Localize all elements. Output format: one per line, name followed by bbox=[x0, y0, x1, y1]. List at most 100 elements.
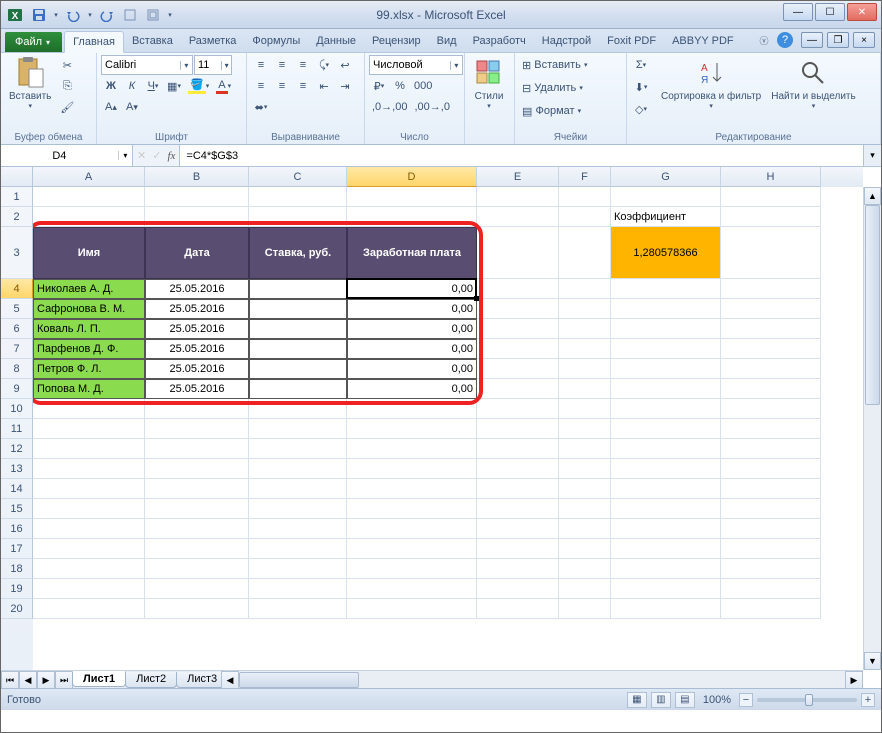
cell-G17[interactable] bbox=[611, 539, 721, 559]
name-box-dropdown-icon[interactable]: ▾ bbox=[118, 151, 132, 160]
paste-button[interactable]: Вставить ▾ bbox=[5, 55, 55, 112]
cell-E1[interactable] bbox=[477, 187, 559, 207]
cell-B3[interactable]: Дата bbox=[145, 227, 249, 279]
page-layout-view-button[interactable]: ▥ bbox=[651, 692, 671, 708]
save-dropdown-icon[interactable]: ▾ bbox=[52, 5, 60, 25]
cell-A6[interactable]: Коваль Л. П. bbox=[33, 319, 145, 339]
cell-F2[interactable] bbox=[559, 207, 611, 227]
zoom-in-button[interactable]: + bbox=[861, 693, 875, 707]
minimize-button[interactable]: — bbox=[783, 3, 813, 21]
cell-F9[interactable] bbox=[559, 379, 611, 399]
cell-C1[interactable] bbox=[249, 187, 347, 207]
cell-H10[interactable] bbox=[721, 399, 821, 419]
cell-B2[interactable] bbox=[145, 207, 249, 227]
cell-H19[interactable] bbox=[721, 579, 821, 599]
cell-C17[interactable] bbox=[249, 539, 347, 559]
cell-E20[interactable] bbox=[477, 599, 559, 619]
cell-C4[interactable] bbox=[249, 279, 347, 299]
cell-G19[interactable] bbox=[611, 579, 721, 599]
cell-C8[interactable] bbox=[249, 359, 347, 379]
row-header-3[interactable]: 3 bbox=[1, 227, 33, 279]
find-select-button[interactable]: Найти и выделить▾ bbox=[767, 55, 859, 112]
zoom-slider[interactable] bbox=[757, 698, 857, 702]
fill-color-button[interactable]: 🪣▾ bbox=[185, 76, 212, 96]
cell-G9[interactable] bbox=[611, 379, 721, 399]
page-break-view-button[interactable]: ▤ bbox=[675, 692, 695, 708]
align-right-button[interactable]: ≡ bbox=[293, 76, 313, 96]
cell-D17[interactable] bbox=[347, 539, 477, 559]
fill-button[interactable]: ⬇▾ bbox=[631, 77, 651, 97]
col-header-C[interactable]: C bbox=[249, 167, 347, 187]
cell-C6[interactable] bbox=[249, 319, 347, 339]
cell-A13[interactable] bbox=[33, 459, 145, 479]
cell-F4[interactable] bbox=[559, 279, 611, 299]
cell-H3[interactable] bbox=[721, 227, 821, 279]
cell-G10[interactable] bbox=[611, 399, 721, 419]
cell-C3[interactable]: Ставка, руб. bbox=[249, 227, 347, 279]
row-header-1[interactable]: 1 bbox=[1, 187, 33, 207]
cell-B4[interactable]: 25.05.2016 bbox=[145, 279, 249, 299]
tab-вставка[interactable]: Вставка bbox=[124, 31, 181, 52]
align-top-button[interactable]: ≡ bbox=[251, 55, 271, 75]
tab-разработч[interactable]: Разработч bbox=[465, 31, 534, 52]
cell-B9[interactable]: 25.05.2016 bbox=[145, 379, 249, 399]
cell-A15[interactable] bbox=[33, 499, 145, 519]
cell-A18[interactable] bbox=[33, 559, 145, 579]
autosum-button[interactable]: Σ▾ bbox=[631, 55, 651, 75]
cell-A1[interactable] bbox=[33, 187, 145, 207]
chevron-down-icon[interactable]: ▾ bbox=[180, 61, 192, 70]
cell-E19[interactable] bbox=[477, 579, 559, 599]
row-header-14[interactable]: 14 bbox=[1, 479, 33, 499]
tab-foxit pdf[interactable]: Foxit PDF bbox=[599, 31, 664, 52]
bold-button[interactable]: Ж bbox=[101, 76, 121, 96]
doc-restore-button[interactable]: ❐ bbox=[827, 32, 849, 48]
cell-H17[interactable] bbox=[721, 539, 821, 559]
accounting-format-button[interactable]: ₽▾ bbox=[369, 76, 389, 96]
cell-F18[interactable] bbox=[559, 559, 611, 579]
tab-надстрой[interactable]: Надстрой bbox=[534, 31, 599, 52]
cell-F13[interactable] bbox=[559, 459, 611, 479]
orientation-button[interactable]: ⤹▾ bbox=[314, 55, 334, 75]
styles-button[interactable]: Стили▾ bbox=[469, 55, 509, 112]
sort-filter-button[interactable]: АЯ Сортировка и фильтр▾ bbox=[657, 55, 765, 112]
cell-A16[interactable] bbox=[33, 519, 145, 539]
zoom-level[interactable]: 100% bbox=[703, 694, 731, 706]
cell-C13[interactable] bbox=[249, 459, 347, 479]
cell-B18[interactable] bbox=[145, 559, 249, 579]
sheet-nav-first-icon[interactable]: ⏮ bbox=[1, 671, 19, 689]
cell-F14[interactable] bbox=[559, 479, 611, 499]
row-header-19[interactable]: 19 bbox=[1, 579, 33, 599]
decrease-decimal-button[interactable]: ,00→,0 bbox=[411, 97, 452, 117]
row-header-15[interactable]: 15 bbox=[1, 499, 33, 519]
format-painter-button[interactable]: 🖌 bbox=[57, 97, 77, 117]
cell-G3[interactable]: 1,280578366 bbox=[611, 227, 721, 279]
tab-рецензир[interactable]: Рецензир bbox=[364, 31, 429, 52]
cut-button[interactable]: ✂ bbox=[57, 55, 77, 75]
cell-A5[interactable]: Сафронова В. М. bbox=[33, 299, 145, 319]
cell-C16[interactable] bbox=[249, 519, 347, 539]
cell-H8[interactable] bbox=[721, 359, 821, 379]
undo-icon[interactable] bbox=[63, 5, 83, 25]
cell-F15[interactable] bbox=[559, 499, 611, 519]
cell-E16[interactable] bbox=[477, 519, 559, 539]
italic-button[interactable]: К bbox=[122, 76, 142, 96]
cell-H15[interactable] bbox=[721, 499, 821, 519]
row-header-11[interactable]: 11 bbox=[1, 419, 33, 439]
cell-C19[interactable] bbox=[249, 579, 347, 599]
row-header-17[interactable]: 17 bbox=[1, 539, 33, 559]
row-header-7[interactable]: 7 bbox=[1, 339, 33, 359]
cell-F11[interactable] bbox=[559, 419, 611, 439]
cell-F10[interactable] bbox=[559, 399, 611, 419]
formula-input[interactable] bbox=[180, 145, 863, 166]
tab-разметка[interactable]: Разметка bbox=[181, 31, 245, 52]
cell-B17[interactable] bbox=[145, 539, 249, 559]
cell-D12[interactable] bbox=[347, 439, 477, 459]
cell-A4[interactable]: Николаев А. Д. bbox=[33, 279, 145, 299]
cell-B10[interactable] bbox=[145, 399, 249, 419]
cell-B19[interactable] bbox=[145, 579, 249, 599]
cell-F19[interactable] bbox=[559, 579, 611, 599]
cell-D19[interactable] bbox=[347, 579, 477, 599]
cell-H7[interactable] bbox=[721, 339, 821, 359]
insert-cells-button[interactable]: ⊞ Вставить ▾ bbox=[519, 55, 622, 75]
cell-G13[interactable] bbox=[611, 459, 721, 479]
